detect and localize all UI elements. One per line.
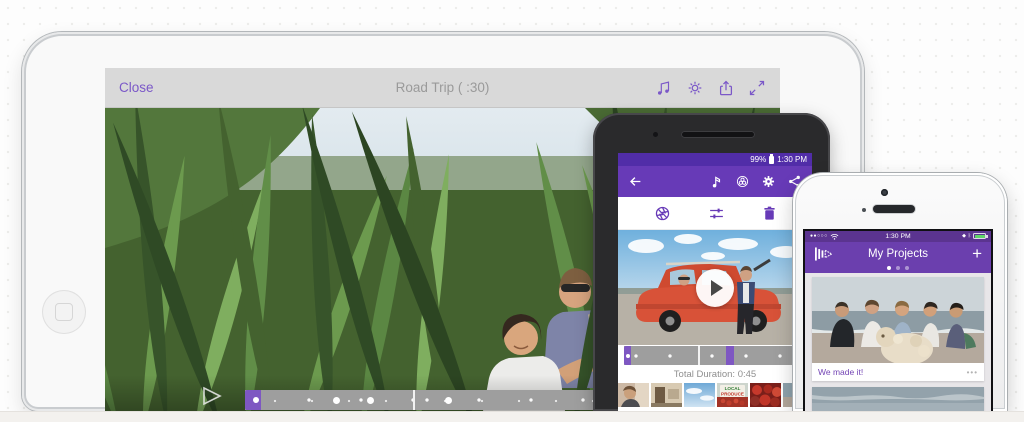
device-stage: Close Road Trip ( :30) 99% 1:30 PM Total…: [0, 0, 1024, 411]
android-front-camera: [653, 132, 658, 137]
timeline-clip-2[interactable]: [700, 346, 806, 365]
android-screen: 99% 1:30 PM Total Duration: 0:45 LOCAL P…: [618, 153, 812, 411]
android-edit-bar: [618, 197, 812, 230]
total-duration-label: Total Duration: 0:45: [673, 369, 757, 380]
android-app-bar: [618, 166, 812, 197]
fullscreen-icon[interactable]: [748, 79, 766, 97]
iphone-sensor: [862, 208, 866, 212]
aperture-icon[interactable]: [654, 205, 671, 222]
thumbnail-interior[interactable]: [651, 383, 682, 407]
android-status-bar: 99% 1:30 PM: [618, 153, 812, 166]
gear-icon[interactable]: [686, 79, 704, 97]
iphone-nav-bar: My Projects +: [805, 241, 991, 266]
iphone-status-bar: ●●○○○ 1:30 PM ◆ ᛒ: [805, 231, 991, 242]
iphone-screen: ●●○○○ 1:30 PM ◆ ᛒ My Projects + We made …: [805, 231, 991, 411]
adjust-sliders-icon[interactable]: [708, 205, 725, 222]
project-title: We made it!: [818, 367, 864, 377]
bluetooth-icon: ᛒ: [967, 233, 971, 240]
iphone-front-camera: [881, 189, 888, 196]
project-card-footer: We made it! •••: [812, 363, 984, 381]
tablet-top-bar: Close Road Trip ( :30): [105, 68, 780, 108]
iphone-speaker-grille: [873, 205, 915, 213]
premiere-clip-logo-icon: [814, 245, 834, 263]
trim-handle-left[interactable]: [245, 390, 261, 410]
status-time: 1:30 PM: [777, 155, 807, 164]
music-note-icon[interactable]: [655, 79, 673, 97]
thumbnail-person[interactable]: [618, 383, 649, 407]
page-dots[interactable]: [805, 266, 991, 273]
tablet-home-button[interactable]: [42, 290, 86, 334]
android-timeline[interactable]: [618, 345, 812, 366]
looks-icon[interactable]: [735, 174, 750, 189]
project-card[interactable]: We made it! •••: [812, 277, 984, 381]
projects-list: We made it! •••: [805, 273, 991, 411]
timeline-clip-1[interactable]: [245, 390, 413, 410]
music-note-icon[interactable]: [709, 174, 724, 189]
trim-handle[interactable]: [726, 346, 734, 365]
battery-icon: [973, 233, 988, 240]
android-speaker-grille: [681, 131, 755, 138]
thumbnail-sky[interactable]: [684, 383, 715, 407]
svg-text:PRODUCE: PRODUCE: [721, 392, 744, 397]
play-outline-icon[interactable]: [201, 386, 223, 406]
svg-text:LOCAL: LOCAL: [725, 386, 741, 391]
clip-thumbnail-strip[interactable]: LOCAL PRODUCE: [618, 383, 812, 407]
share-icon[interactable]: [717, 79, 735, 97]
back-arrow-icon[interactable]: [628, 174, 643, 189]
play-button[interactable]: [696, 268, 734, 307]
thumbnail-tomatoes[interactable]: [750, 383, 781, 407]
location-icon: ◆: [962, 233, 966, 240]
project-thumbnail-beach[interactable]: [812, 277, 984, 363]
android-video-preview[interactable]: [618, 230, 812, 345]
iphone-device: ●●○○○ 1:30 PM ◆ ᛒ My Projects + We made …: [793, 173, 1007, 411]
thumbnail-produce-sign[interactable]: LOCALPRODUCE: [717, 383, 748, 407]
trim-handle-left[interactable]: [624, 346, 631, 365]
project-thumbnail-ocean[interactable]: [812, 387, 984, 411]
battery-icon: [769, 154, 775, 164]
card-menu-button[interactable]: •••: [967, 368, 978, 377]
page-background-strip: [0, 411, 1024, 422]
project-card[interactable]: [812, 387, 984, 411]
add-project-button[interactable]: +: [972, 245, 982, 262]
gear-icon[interactable]: [761, 174, 776, 189]
trash-icon[interactable]: [761, 205, 778, 222]
hero-devices-banner: Close Road Trip ( :30) 99% 1:30 PM Total…: [0, 0, 1024, 422]
timeline-clip-1[interactable]: [624, 346, 698, 365]
battery-percent: 99%: [750, 155, 767, 164]
